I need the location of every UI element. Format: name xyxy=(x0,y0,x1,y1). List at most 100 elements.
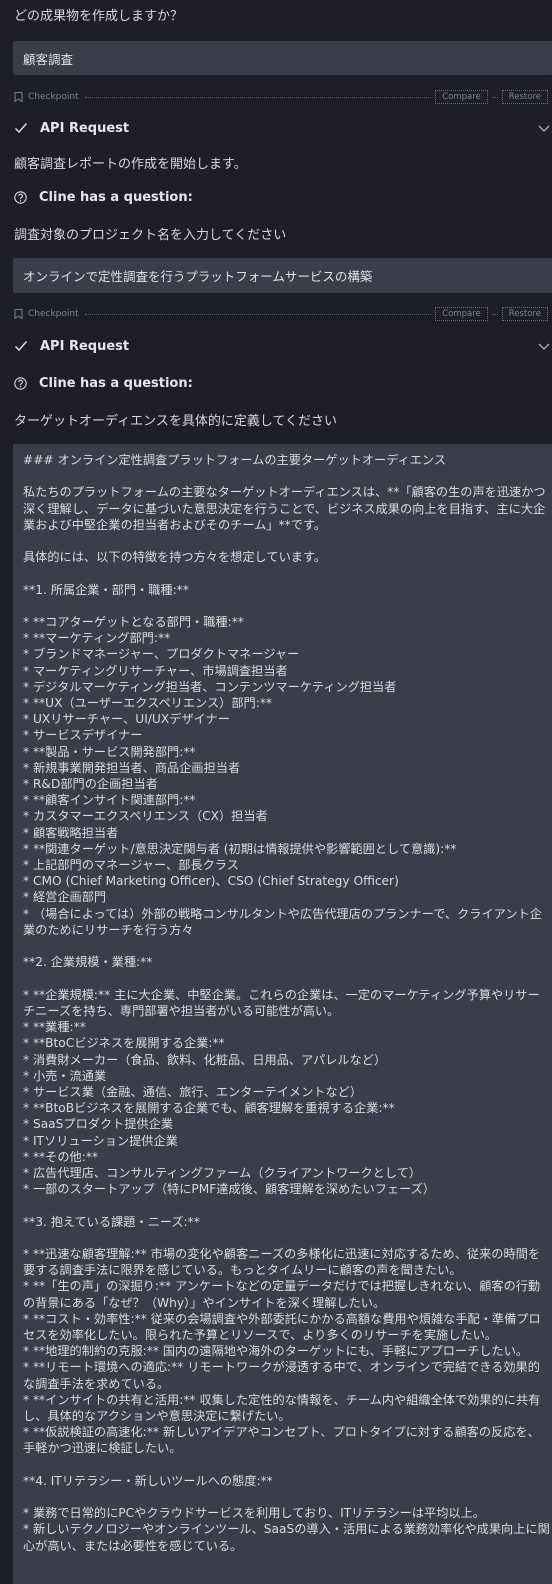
user-answer-1: 顧客調査 xyxy=(13,41,552,75)
checkpoint-divider xyxy=(491,313,498,315)
answer-line xyxy=(23,565,552,581)
compare-button[interactable]: Compare xyxy=(435,90,488,104)
answer-line: * **関連ターゲット/意思決定関与者 (初期は情報提供や影響範囲として意識):… xyxy=(23,841,457,856)
answer-line: * デジタルマーケティング担当者、コンテンツマーケティング担当者 xyxy=(23,679,397,694)
answer-line: * **その他:** xyxy=(23,1149,99,1164)
chevron-down-icon[interactable] xyxy=(538,340,550,352)
answer-line xyxy=(23,971,552,987)
answer-line: * **コスト・効率性:** 従来の会場調査や外部委託にかかる高額な費用や煩雑な… xyxy=(23,1311,541,1326)
cline-question-header: Cline has a question: xyxy=(14,373,193,393)
answer-line: * **インサイトの共有と活用:** 収集した定性的な情報を、チーム内や組織全体… xyxy=(23,1392,541,1407)
answer-line: セスを効率化したい。限られた予算とリソースで、より多くのリサーチを実施したい。 xyxy=(23,1327,497,1342)
answer-line: * 新規事業開発担当者、商品企画担当者 xyxy=(23,760,241,775)
api-request-row[interactable]: API Request xyxy=(14,335,552,357)
cline-question-label: Cline has a question: xyxy=(39,375,193,391)
answer-line: * ブランドマネージャー、プロダクトマネージャー xyxy=(23,647,300,662)
api-request-row[interactable]: API Request xyxy=(14,117,552,139)
answer-line: チニーズを持ち、専門部署や担当者がいる可能性が高い。 xyxy=(23,1003,340,1018)
answer-line xyxy=(23,1197,552,1213)
answer-line xyxy=(23,1230,552,1246)
compare-button[interactable]: Compare xyxy=(435,307,488,321)
answer-line: * サービスデザイナー xyxy=(23,728,143,743)
answer-line: な調査手法を求めている。 xyxy=(23,1376,170,1391)
chevron-down-icon[interactable] xyxy=(538,122,550,134)
answer-line: * **業種:** xyxy=(23,1020,86,1035)
api-request-label: API Request xyxy=(40,120,130,136)
answer-line: **2. 企業規模・業種:** xyxy=(23,955,153,970)
answer-line: * マーケティングリサーチャー、市場調査担当者 xyxy=(23,663,288,678)
answer-line xyxy=(23,598,552,614)
answer-line: * **BtoBビジネスを展開する企業でも、顧客理解を重視する企業:** xyxy=(23,1101,395,1116)
bookmark-icon xyxy=(14,309,23,319)
user-answer-text: オンラインで定性調査を行うプラットフォームサービスの構築 xyxy=(23,269,373,284)
checkpoint-label: Checkpoint xyxy=(28,92,79,102)
answer-line: 業のためにリサーチを行う方々 xyxy=(23,922,194,937)
answer-line: ### オンライン定性調査プラットフォームの主要ターゲットオーディエンス xyxy=(23,453,447,467)
check-icon xyxy=(14,341,28,352)
checkpoint-label: Checkpoint xyxy=(28,309,79,319)
answer-line: * **「生の声」の深掘り:** アンケートなどの定量データだけでは把握しきれな… xyxy=(23,1279,541,1294)
answer-line: **3. 抱えている課題・ニーズ:** xyxy=(23,1214,200,1229)
answer-line: * ITソリューション提供企業 xyxy=(23,1133,178,1148)
answer-line: * サービス業（金融、通信、旅行、エンターテイメントなど） xyxy=(23,1084,363,1099)
question-circle-icon xyxy=(14,190,27,204)
answer-line xyxy=(23,533,552,549)
checkpoint-divider xyxy=(84,313,432,315)
restore-button[interactable]: Restore xyxy=(501,90,548,104)
answer-line: * **製品・サービス開発部門:** xyxy=(23,744,196,759)
answer-line: * カスタマーエクスペリエンス（CX）担当者 xyxy=(23,809,268,824)
answer-line: * **マーケティング部門:** xyxy=(23,631,171,646)
answer-line: * CMO (Chief Marketing Officer)、CSO (Chi… xyxy=(23,874,399,889)
question-text-3: ターゲットオーディエンスを具体的に定義してください xyxy=(14,414,338,429)
answer-line: 要する調査手法に限界を感じている。もっとタイムリーに顧客の声を聞きたい。 xyxy=(23,1263,462,1278)
user-answer-2: オンラインで定性調査を行うプラットフォームサービスの構築 xyxy=(13,258,552,293)
checkpoint-divider xyxy=(491,96,498,98)
api-request-label: API Request xyxy=(40,338,130,354)
answer-line: * （場合によっては）外部の戦略コンサルタントや広告代理店のプランナーで、クライ… xyxy=(23,906,542,921)
answer-line: * **地理的制約の克服:** 国内の遠隔地や海外のターゲットにも、手軽にアプロ… xyxy=(23,1344,529,1359)
answer-content: ### オンライン定性調査プラットフォームの主要ターゲットオーディエンス 私たち… xyxy=(23,452,552,1554)
answer-line: * R&D部門の企画担当者 xyxy=(23,777,158,792)
answer-line: **4. ITリテラシー・新しいツールへの態度:** xyxy=(23,1473,273,1488)
cline-question-label: Cline has a question: xyxy=(39,189,193,205)
answer-line: * 業務で日常的にPCやクラウドサービスを利用しており、ITリテラシーは平均以上… xyxy=(23,1506,485,1521)
answer-line: * 上記部門のマネージャー、部長クラス xyxy=(23,858,239,873)
answer-line: * **迅速な顧客理解:** 市場の変化や顧客ニーズの多様化に迅速に対応するため… xyxy=(23,1246,541,1261)
answer-line: **1. 所属企業・部門・職種:** xyxy=(23,582,189,597)
answer-line: * 経営企画部門 xyxy=(23,890,107,905)
question-circle-icon xyxy=(14,376,27,390)
answer-line: 心が高い、または必要性を感じている。 xyxy=(23,1538,243,1553)
answer-line: * 一部のスタートアップ（特にPMF達成後、顧客理解を深めたいフェーズ） xyxy=(23,1182,436,1197)
restore-button[interactable]: Restore xyxy=(501,307,548,321)
answer-line: * 新しいテクノロジーやオンラインツール、SaaSの導入・活用による業務効率化や… xyxy=(23,1522,550,1537)
answer-line: * **企業規模:** 主に大企業、中堅企業。これらの企業は、一定のマーケティン… xyxy=(23,987,540,1002)
question-text-1: どの成果物を作成しますか？ xyxy=(14,9,184,24)
bookmark-icon xyxy=(14,92,23,102)
answer-line: 業および中堅企業の担当者およびそのチーム」**です。 xyxy=(23,517,327,532)
answer-line: * SaaSプロダクト提供企業 xyxy=(23,1117,174,1132)
answer-line: の背景にある「なぜ？（Why）」やインサイトを深く理解したい。 xyxy=(23,1295,386,1310)
answer-line: * UXリサーチャー、UI/UXデザイナー xyxy=(23,712,230,727)
answer-line: * **顧客インサイト関連部門:** xyxy=(23,793,196,808)
cline-question-header: Cline has a question: xyxy=(14,187,193,207)
answer-line: * 広告代理店、コンサルティングファーム（クライアントワークとして） xyxy=(23,1165,422,1180)
answer-line: 具体的には、以下の特徴を持つ方々を想定しています。 xyxy=(23,550,327,565)
answer-line xyxy=(23,1489,552,1505)
answer-line: * **BtoCビジネスを展開する企業:** xyxy=(23,1036,225,1051)
check-icon xyxy=(14,123,28,134)
user-answer-text: 顧客調査 xyxy=(23,51,74,67)
answer-line: * **リモート環境への適応:** リモートワークが浸透する中で、オンラインで完… xyxy=(23,1360,540,1375)
checkpoint-row: Checkpoint Compare Restore xyxy=(14,89,552,105)
answer-line: * **コアターゲットとなる部門・職種:** xyxy=(23,615,244,630)
answer-line: 手軽かつ迅速に検証したい。 xyxy=(23,1441,182,1456)
answer-line: 私たちのプラットフォームの主要なターゲットオーディエンスは、**「顧客の生の声を… xyxy=(23,485,546,500)
answer-line: * **仮説検証の高速化:** 新しいアイデアやコンセプト、プロトタイプに対する… xyxy=(23,1425,540,1440)
answer-line xyxy=(23,938,552,954)
answer-line: * 顧客戦略担当者 xyxy=(23,825,119,840)
status-message: 顧客調査レポートの作成を開始します。 xyxy=(14,157,247,172)
checkpoint-divider xyxy=(84,96,432,98)
answer-line: し、具体的なアクションや意思決定に繋げたい。 xyxy=(23,1408,291,1423)
answer-line: * 消費財メーカー（食品、飲料、化粧品、日用品、アパレルなど） xyxy=(23,1052,387,1067)
answer-line xyxy=(23,468,552,484)
user-answer-3: ### オンライン定性調査プラットフォームの主要ターゲットオーディエンス 私たち… xyxy=(13,444,552,1584)
